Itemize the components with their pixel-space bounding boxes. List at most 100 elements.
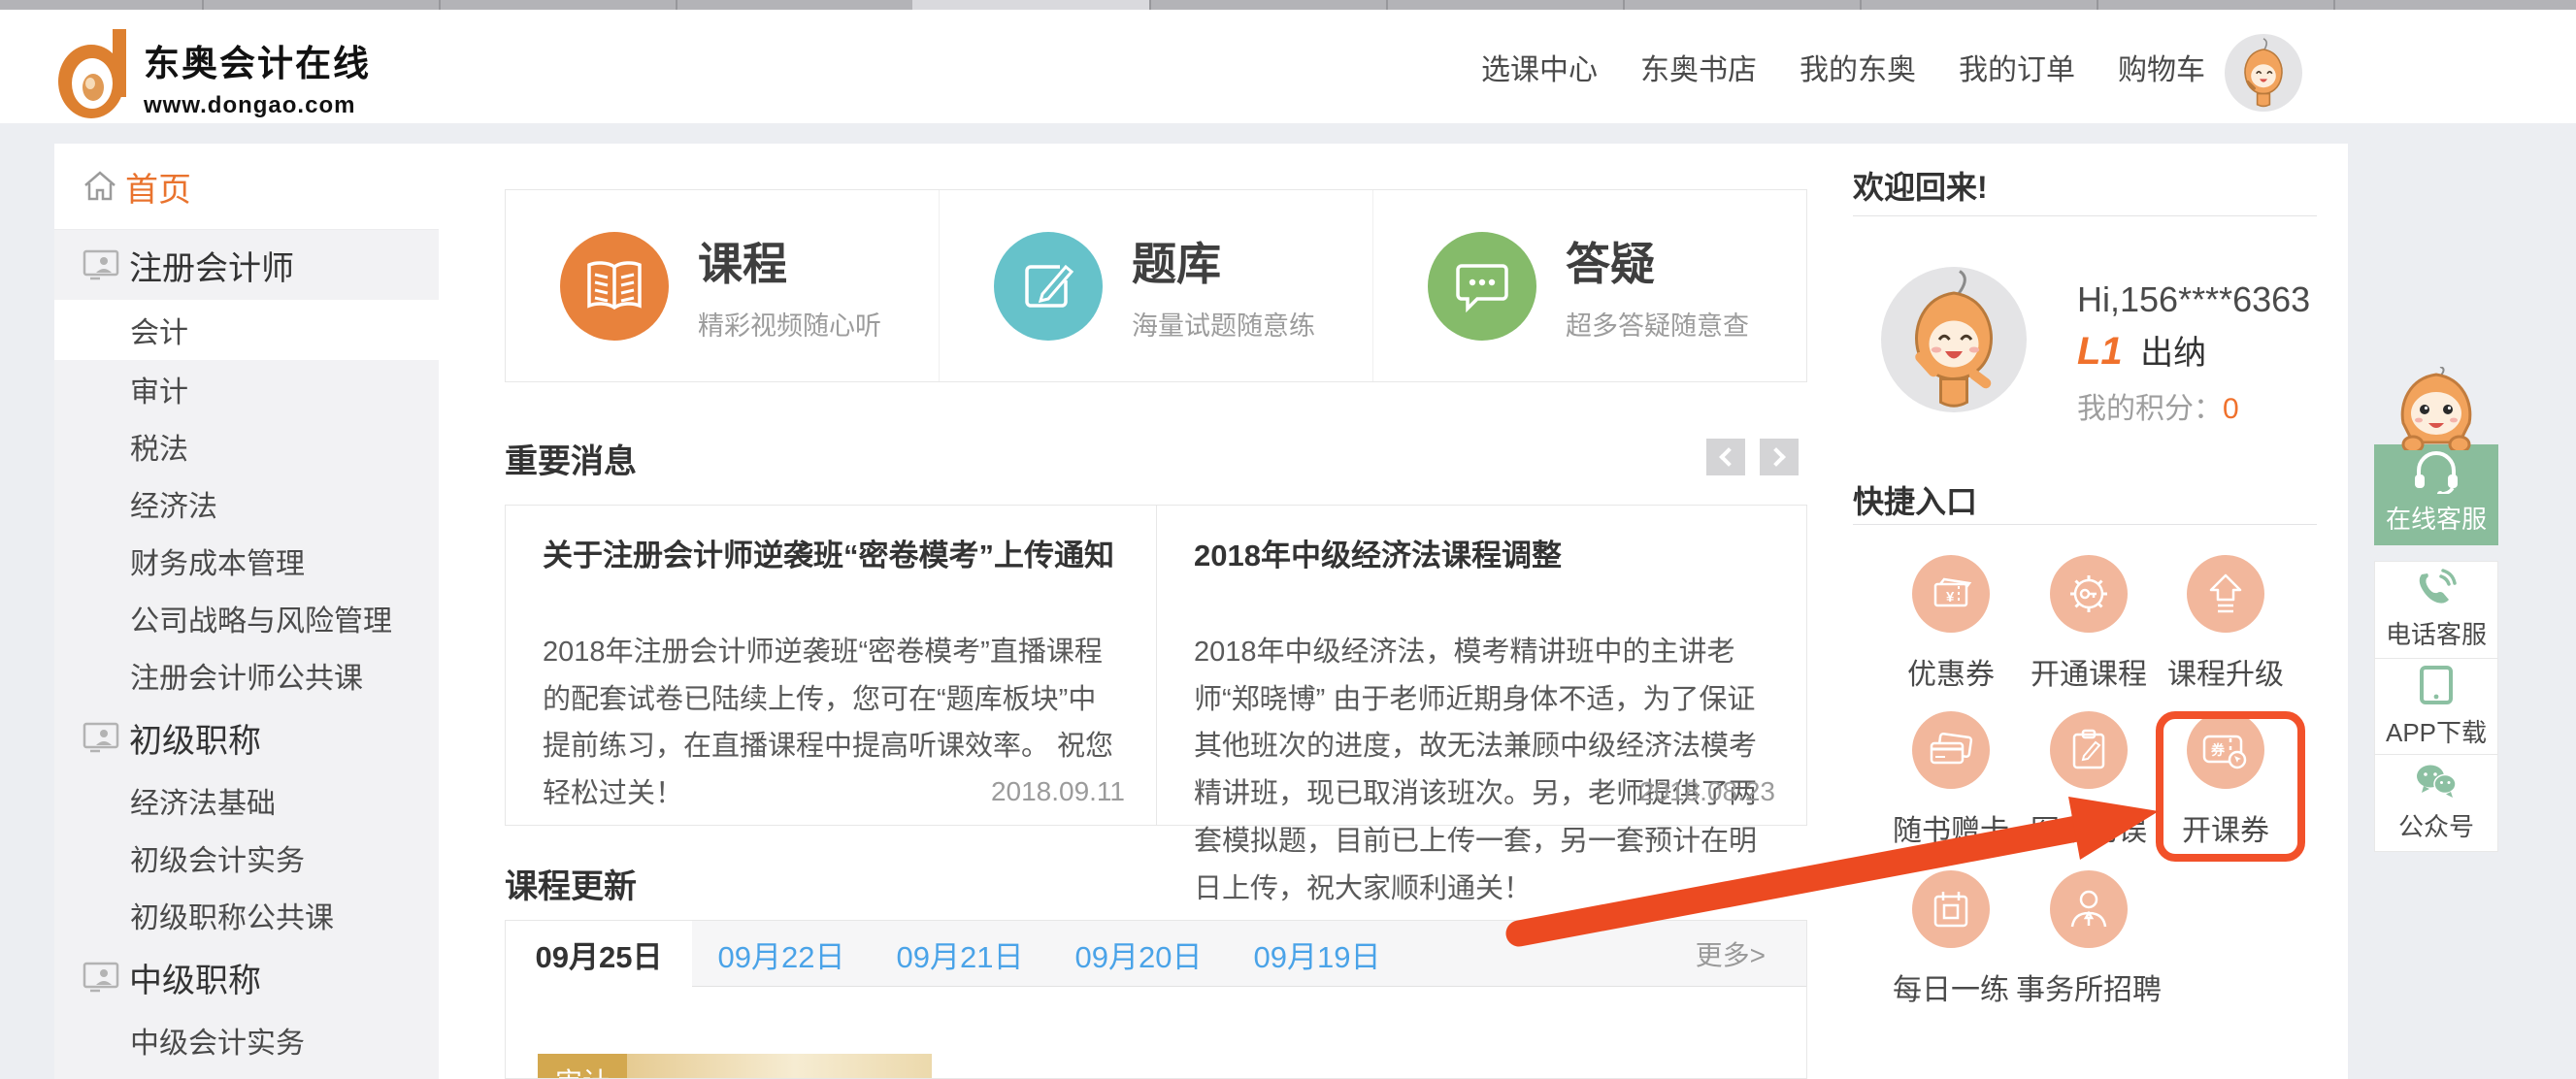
- sidebar-item-economic-law[interactable]: 经济法: [54, 474, 439, 532]
- phone-icon: [2416, 569, 2457, 607]
- level-name: 出纳: [2140, 335, 2206, 372]
- sidebar-item-audit[interactable]: 审计: [54, 360, 439, 417]
- logo-url: www.dongao.com: [144, 92, 371, 119]
- official-account[interactable]: 公众号: [2375, 754, 2497, 851]
- sidebar-section-intermediate[interactable]: 中级职称: [54, 943, 439, 1011]
- sidebar-item-tax-law[interactable]: 税法: [54, 417, 439, 474]
- quick-entry-gift-card[interactable]: 随书赠卡: [1878, 711, 2024, 849]
- nav-my-dongao[interactable]: 我的东奥: [1800, 46, 1916, 88]
- quick-entry-coupons[interactable]: ¥ 优惠券: [1878, 555, 2024, 693]
- app-download[interactable]: APP下载: [2375, 658, 2497, 755]
- feature-cards: 课程 精彩视频随心听 题库 海量试题随意练 答疑 超多答疑随意查: [505, 189, 1807, 382]
- quick-entry-book-errata[interactable]: 图书勘误: [2016, 711, 2162, 849]
- user-greeting: Hi,156****6363: [2077, 279, 2310, 320]
- tab-date[interactable]: 09月21日: [871, 921, 1049, 987]
- sidebar-item-econ-law-basics[interactable]: 经济法基础: [54, 771, 439, 829]
- lecture-board-icon: [83, 722, 119, 753]
- lecture-board-icon: [83, 249, 119, 280]
- upgrade-icon: [2187, 555, 2264, 633]
- lecture-board-icon: [83, 962, 119, 993]
- svg-text:¥: ¥: [1946, 589, 1955, 605]
- online-service-label: 在线客服: [2386, 500, 2487, 536]
- tab-date[interactable]: 09月20日: [1049, 921, 1228, 987]
- sidebar-section-junior[interactable]: 初级职称: [54, 703, 439, 771]
- divider: [1853, 524, 2317, 525]
- gear-key-icon: [2050, 555, 2128, 633]
- quick-entry-course-upgrade[interactable]: 课程升级: [2153, 555, 2298, 693]
- home-icon: [83, 170, 117, 203]
- news-next-button[interactable]: [1760, 439, 1799, 475]
- chevron-right-icon: [1767, 447, 1786, 467]
- welcome-title: 欢迎回来!: [1853, 163, 1988, 208]
- course-updates-box: 09月25日 09月22日 09月21日 09月20日 09月19日 更多> 审…: [505, 920, 1807, 1079]
- news-prev-button[interactable]: [1706, 439, 1745, 475]
- sidebar-item-financial-cost[interactable]: 财务成本管理: [54, 532, 439, 589]
- news-date: 2018.08.23: [1639, 776, 1775, 807]
- site-logo[interactable]: 东奥会计在线 www.dongao.com: [56, 27, 371, 125]
- news-body: 2018年中级经济法，模考精讲班中的主讲老师“郑晓博” 由于老师近期身体不适，为…: [1194, 629, 1773, 912]
- chevron-left-icon: [1719, 447, 1738, 467]
- nav-course-center[interactable]: 选课中心: [1481, 46, 1598, 88]
- tab-date[interactable]: 09月22日: [692, 921, 871, 987]
- sidebar-item-accounting[interactable]: 会计: [54, 300, 439, 360]
- nav-bookstore[interactable]: 东奥书店: [1640, 46, 1757, 88]
- headset-icon: [2411, 451, 2461, 494]
- news-pager: [1706, 439, 1799, 475]
- dongao-logo-icon: [56, 27, 132, 125]
- news-title[interactable]: 2018年中级经济法课程调整: [1194, 531, 1773, 574]
- tablet-icon: [2418, 665, 2455, 705]
- logo-title: 东奥会计在线: [144, 34, 371, 86]
- mascot-avatar-icon: [2225, 34, 2302, 112]
- sidebar-item-junior-practice[interactable]: 初级会计实务: [54, 829, 439, 886]
- top-navigation: 选课中心 东奥书店 我的东奥 我的订单 购物车: [1481, 10, 2205, 123]
- online-service-button[interactable]: 在线客服: [2374, 444, 2498, 545]
- news-box: 关于注册会计师逆袭班“密卷模考”上传通知 2018年注册会计师逆袭班“密卷模考”…: [505, 505, 1807, 826]
- profile-avatar[interactable]: [1881, 267, 2027, 412]
- left-sidebar: 首页 注册会计师 会计 审计 税法 经济法 财务成本管理 公司战略与风险管理 注…: [54, 144, 439, 1079]
- news-item: 关于注册会计师逆袭班“密卷模考”上传通知 2018年注册会计师逆袭班“密卷模考”…: [506, 506, 1156, 825]
- user-points: 我的积分：0: [2077, 384, 2239, 427]
- calendar-icon: [1912, 870, 1990, 948]
- sidebar-item-intermediate-econ-law[interactable]: 中级经济法: [54, 1068, 439, 1079]
- more-link[interactable]: 更多>: [1696, 921, 1766, 987]
- sidebar-item-home[interactable]: 首页: [54, 144, 439, 230]
- chat-bubble-icon: [1428, 232, 1536, 341]
- news-section-title: 重要消息: [505, 435, 637, 482]
- feature-subtitle: 海量试题随意练: [1132, 305, 1315, 343]
- quick-entry-daily-practice[interactable]: 每日一练: [1878, 870, 2024, 1008]
- feature-question-bank[interactable]: 题库 海量试题随意练: [939, 190, 1372, 381]
- feature-subtitle: 超多答疑随意查: [1566, 305, 1749, 343]
- feature-qa[interactable]: 答疑 超多答疑随意查: [1372, 190, 1806, 381]
- news-item: 2018年中级经济法课程调整 2018年中级经济法，模考精讲班中的主讲老师“郑晓…: [1156, 506, 1806, 825]
- sidebar-section-cpa[interactable]: 注册会计师: [54, 230, 439, 300]
- sidebar-item-intermediate-practice[interactable]: 中级会计实务: [54, 1011, 439, 1068]
- gift-cards-icon: [1912, 711, 1990, 789]
- book-icon: [560, 232, 669, 341]
- service-panel: 电话客服 APP下载 公众号: [2374, 561, 2498, 852]
- quick-entry-activate-course[interactable]: 开通课程: [2016, 555, 2162, 693]
- user-avatar[interactable]: [2225, 34, 2302, 112]
- feature-title: 答疑: [1566, 229, 1749, 293]
- course-update-bar: [627, 1054, 932, 1079]
- nav-my-orders[interactable]: 我的订单: [1959, 46, 2075, 88]
- wechat-icon: [2414, 763, 2459, 800]
- sidebar-item-junior-public[interactable]: 初级职称公共课: [54, 886, 439, 943]
- service-mascot-icon: [2380, 367, 2493, 450]
- mascot-avatar-icon: [1881, 267, 2027, 412]
- quick-entry-firm-recruiting[interactable]: 事务所招聘: [2016, 870, 2162, 1008]
- sidebar-item-strategy-risk[interactable]: 公司战略与风险管理: [54, 589, 439, 646]
- phone-service[interactable]: 电话客服: [2375, 562, 2497, 658]
- clipboard-pencil-icon: [2050, 711, 2128, 789]
- sidebar-item-cpa-public[interactable]: 注册会计师公共课: [54, 646, 439, 703]
- points-value: 0: [2223, 393, 2239, 425]
- nav-cart[interactable]: 购物车: [2118, 46, 2205, 88]
- feature-courses[interactable]: 课程 精彩视频随心听: [506, 190, 939, 381]
- tab-date-active[interactable]: 09月25日: [506, 921, 692, 988]
- tab-date[interactable]: 09月19日: [1228, 921, 1406, 987]
- browser-tab-strip: [0, 0, 2576, 10]
- coupon-icon: ¥: [1912, 555, 1990, 633]
- news-title[interactable]: 关于注册会计师逆袭班“密卷模考”上传通知: [543, 531, 1123, 574]
- user-level: L1 出纳: [2077, 326, 2206, 374]
- quick-entry-title: 快捷入口: [1853, 477, 1977, 522]
- subject-badge: 审计: [538, 1054, 627, 1079]
